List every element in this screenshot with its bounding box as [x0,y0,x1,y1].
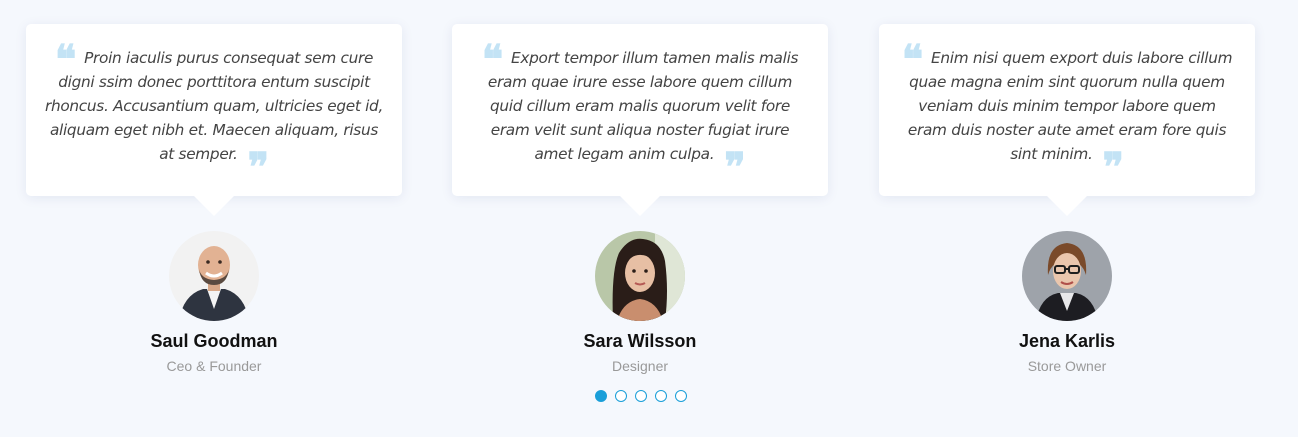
avatar-sara-icon [595,231,685,321]
pagination-dot[interactable] [635,390,647,402]
testimonial-item: ❝ Enim nisi quem export duis labore cillu… [879,24,1255,374]
testimonial-bubble: ❝ Proin iaculis purus consequat sem cure … [26,24,402,216]
testimonial-name: Saul Goodman [150,331,278,351]
testimonial-quote: ❝ Proin iaculis purus consequat sem cure … [44,36,384,191]
testimonial-role: Ceo & Founder [166,358,262,374]
testimonial-name: Sara Wilsson [583,331,697,351]
testimonial-bubble: ❝ Enim nisi quem export duis labore cillu… [879,24,1255,216]
avatar-saul-icon [169,231,259,321]
pagination-dot[interactable] [615,390,627,402]
testimonial-role: Store Owner [1027,358,1107,374]
avatar [1022,231,1112,321]
pagination-dot[interactable] [595,390,607,402]
testimonial-text: Export tempor illum tamen malis malis er… [487,49,799,163]
testimonial-text: Proin iaculis purus consequat sem cure d… [44,49,384,163]
avatar-jena-icon [1022,231,1112,321]
testimonial-text: Enim nisi quem export duis labore cillum… [907,49,1233,163]
pagination-dot[interactable] [675,390,687,402]
avatar [595,231,685,321]
testimonial-name: Jena Karlis [1018,331,1116,351]
testimonial-item: ❝ Export tempor illum tamen malis malis e… [452,24,828,374]
avatar [169,231,259,321]
testimonial-role: Designer [611,358,669,374]
testimonial-bubble: ❝ Export tempor illum tamen malis malis e… [452,24,828,216]
testimonial-item: ❝ Proin iaculis purus consequat sem cure … [26,24,402,374]
slider-pagination [595,390,687,402]
testimonial-quote: ❝ Enim nisi quem export duis labore cillu… [901,36,1233,191]
pagination-dot[interactable] [655,390,667,402]
testimonial-quote: ❝ Export tempor illum tamen malis malis e… [481,36,799,191]
testimonials-section: ❝ Proin iaculis purus consequat sem cure … [0,0,1298,437]
